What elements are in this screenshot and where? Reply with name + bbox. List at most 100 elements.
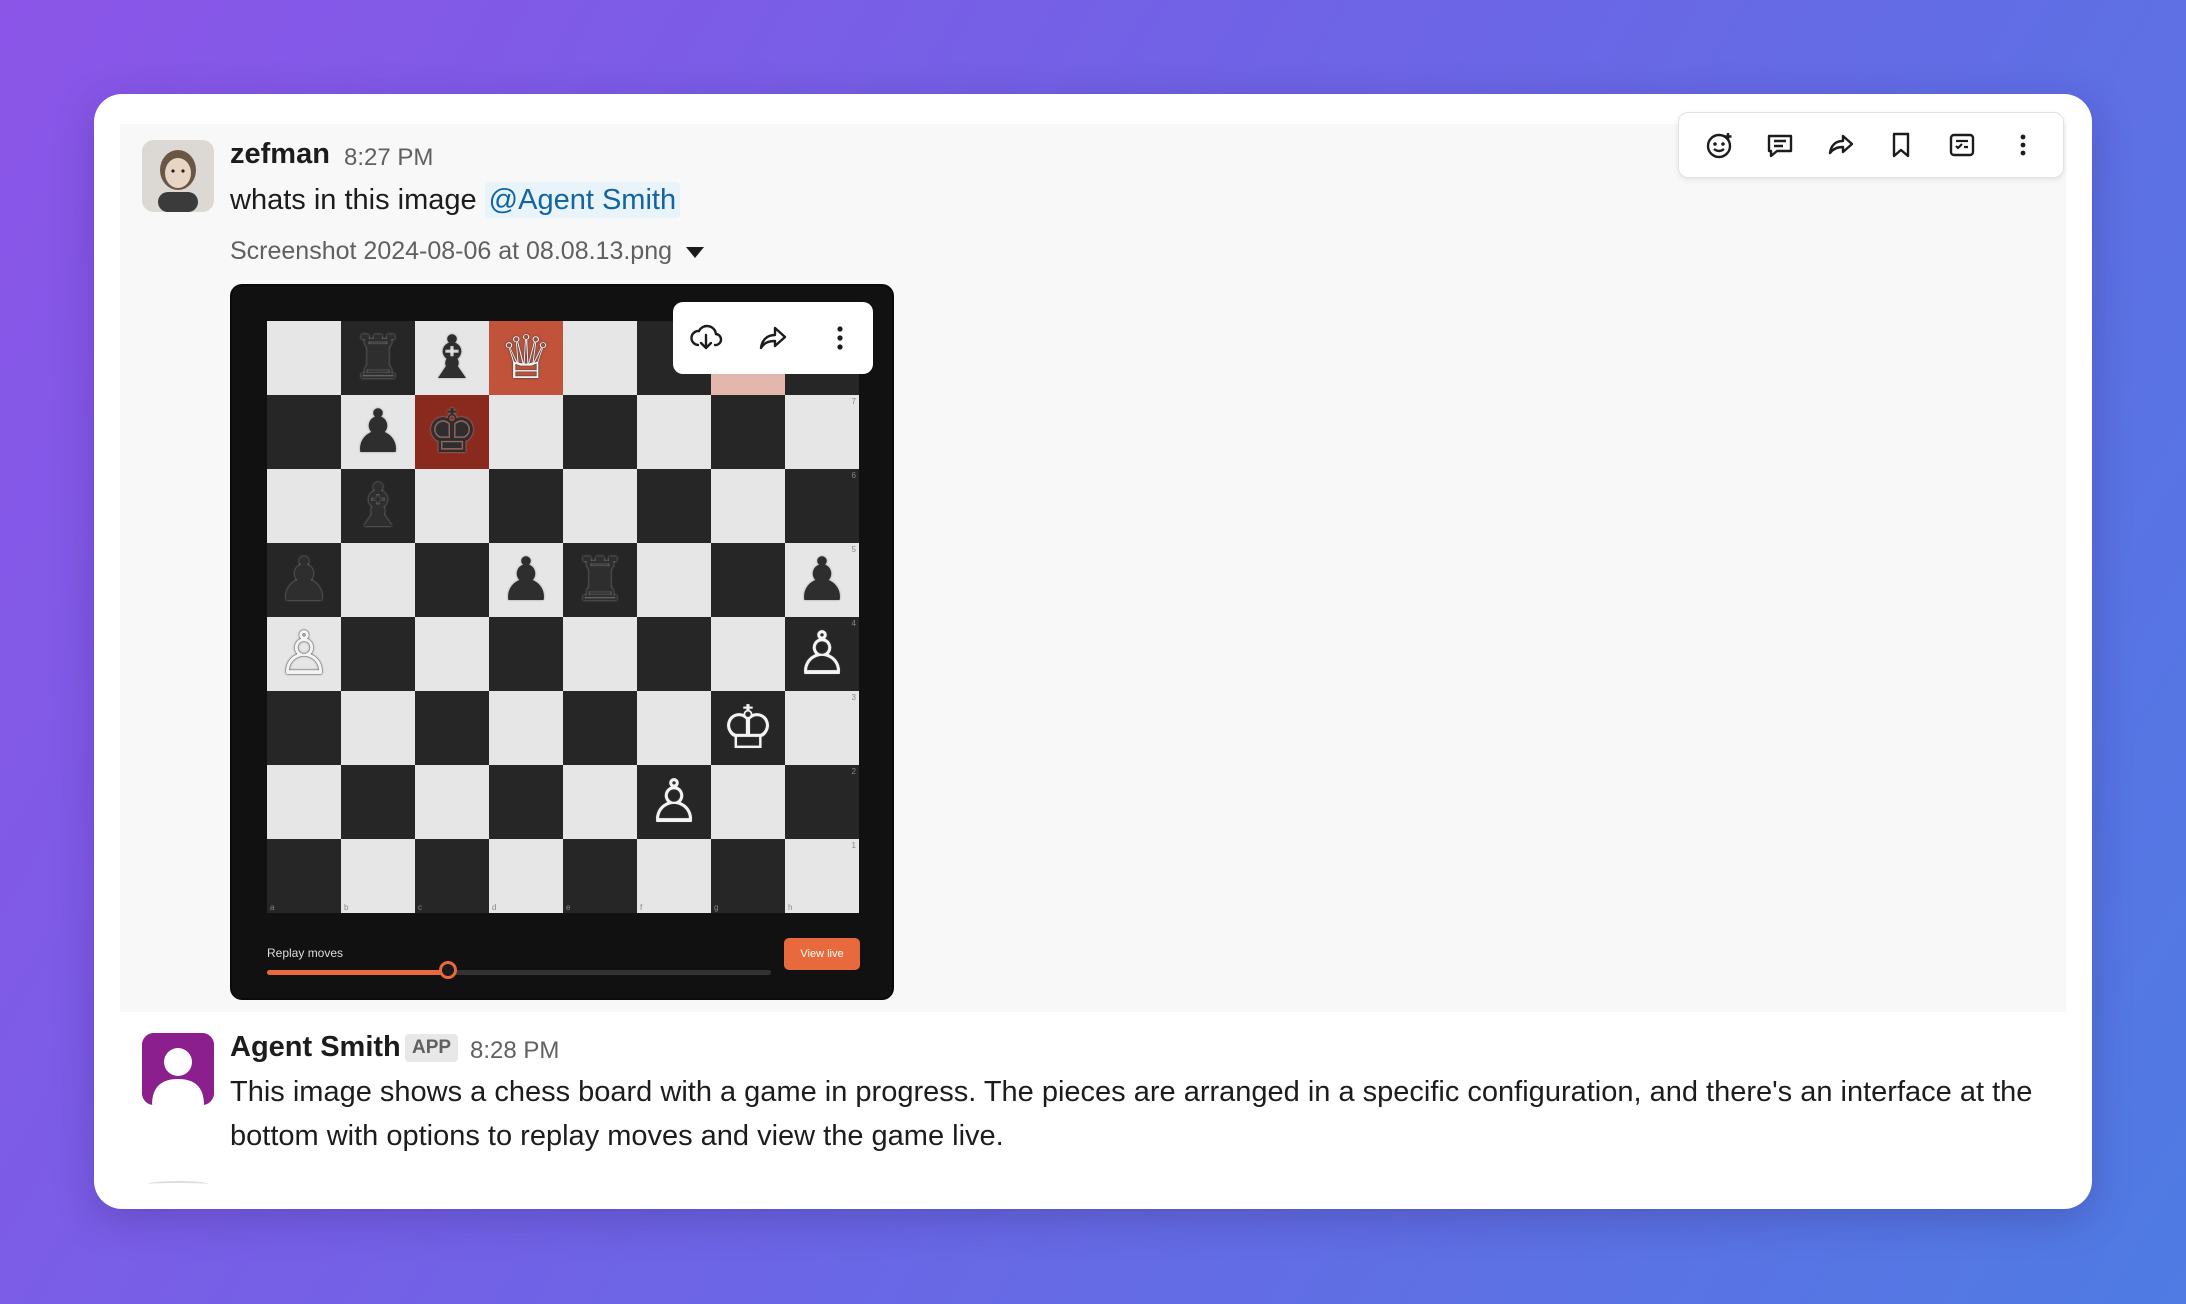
board-square-a8 (267, 321, 341, 395)
more-actions-icon[interactable] (2001, 123, 2045, 167)
board-square-b1: b (341, 839, 415, 913)
rank-label: 1 (851, 841, 856, 850)
board-square-c1: c (415, 839, 489, 913)
board-square-a4: ♙ (267, 617, 341, 691)
mention-agent-smith[interactable]: @Agent Smith (484, 182, 681, 218)
file-label: d (492, 903, 497, 912)
chess-piece: ♜ (573, 545, 627, 615)
board-square-h6: 6 (785, 469, 859, 543)
board-square-g1: g (711, 839, 785, 913)
board-square-d1: d (489, 839, 563, 913)
chess-piece: ♙ (795, 619, 849, 689)
rank-label: 3 (851, 693, 856, 702)
file-label: g (714, 903, 719, 912)
avatar-agent-smith[interactable] (142, 1033, 214, 1105)
board-square-c8: ♝ (415, 321, 489, 395)
board-square-e2 (563, 765, 637, 839)
board-square-g5 (711, 543, 785, 617)
attachment-filename[interactable]: Screenshot 2024-08-06 at 08.08.13.png (230, 237, 705, 266)
replay-moves-label: Replay moves (267, 946, 344, 960)
author-name[interactable]: zefman (230, 138, 330, 171)
board-square-d4 (489, 617, 563, 691)
file-label: e (566, 903, 571, 912)
reply-in-thread-icon[interactable] (1758, 123, 1802, 167)
board-square-b5 (341, 543, 415, 617)
rank-label: 4 (851, 619, 856, 628)
chess-piece: ♚ (425, 397, 479, 467)
message-text: This image shows a chess board with a ga… (230, 1076, 2033, 1152)
board-square-b8: ♜ (341, 321, 415, 395)
add-to-list-icon[interactable] (1940, 123, 1984, 167)
chess-piece: ♝ (351, 471, 405, 541)
board-square-a5: ♟ (267, 543, 341, 617)
view-live-button: View live (784, 938, 860, 970)
board-square-f7 (637, 395, 711, 469)
board-square-e1: e (563, 839, 637, 913)
board-square-e6 (563, 469, 637, 543)
rank-label: 2 (851, 767, 856, 776)
board-square-b7: ♟ (341, 395, 415, 469)
save-bookmark-icon[interactable] (1879, 123, 1923, 167)
add-reaction-icon[interactable] (1697, 123, 1741, 167)
chevron-down-icon[interactable] (686, 246, 705, 258)
board-square-a6 (267, 469, 341, 543)
chess-piece: ♜ (351, 323, 405, 393)
chess-piece: ♙ (647, 767, 701, 837)
author-name[interactable]: Agent Smith (230, 1031, 401, 1064)
slack-message-panel: zefman 8:27 PM whats in this image @Agen… (94, 94, 2092, 1209)
avatar-zefman[interactable] (142, 140, 214, 212)
image-attachment[interactable]: ♜ ♝ ♕ ♟ ♚ 7 ♝ 6 ♟ ♟ ♜ ♟ 5 ♙ ♙ 4 ♔ 3 ♙ 2 a b c d e f g h 1 Replay mov… (230, 284, 894, 1000)
app-badge: APP (405, 1034, 459, 1062)
board-square-d5: ♟ (489, 543, 563, 617)
forward-icon[interactable] (1819, 123, 1863, 167)
chess-piece: ♟ (277, 545, 331, 615)
timestamp[interactable]: 8:27 PM (344, 144, 433, 172)
image-actions-toolbar (673, 302, 873, 374)
board-square-f6 (637, 469, 711, 543)
board-square-e5: ♜ (563, 543, 637, 617)
board-square-f4 (637, 617, 711, 691)
board-square-c5 (415, 543, 489, 617)
board-square-c4 (415, 617, 489, 691)
file-label: f (640, 903, 643, 912)
board-square-f2: ♙ (637, 765, 711, 839)
board-square-c3 (415, 691, 489, 765)
message-text: whats in this image @Agent Smith (230, 178, 681, 222)
share-icon[interactable] (751, 316, 795, 360)
file-label: c (418, 903, 422, 912)
board-square-c6 (415, 469, 489, 543)
file-label: h (788, 903, 793, 912)
download-icon[interactable] (684, 316, 728, 360)
board-square-g4 (711, 617, 785, 691)
board-square-b4 (341, 617, 415, 691)
board-square-h1: h1 (785, 839, 859, 913)
board-square-g2 (711, 765, 785, 839)
next-message-avatar-edge (148, 1181, 208, 1187)
board-square-a2 (267, 765, 341, 839)
chess-piece: ♕ (499, 323, 553, 393)
board-square-c2 (415, 765, 489, 839)
rank-label: 7 (851, 397, 856, 406)
replay-slider (267, 961, 771, 979)
board-square-e4 (563, 617, 637, 691)
board-square-d3 (489, 691, 563, 765)
board-square-g3: ♔ (711, 691, 785, 765)
board-square-f1: f (637, 839, 711, 913)
board-square-b2 (341, 765, 415, 839)
message-actions-toolbar (1678, 112, 2064, 178)
rank-label: 6 (851, 471, 856, 480)
timestamp[interactable]: 8:28 PM (470, 1037, 559, 1065)
chess-piece: ♟ (499, 545, 553, 615)
board-square-c7: ♚ (415, 395, 489, 469)
board-square-e7 (563, 395, 637, 469)
board-square-g7 (711, 395, 785, 469)
board-square-g6 (711, 469, 785, 543)
replay-slider-fill (267, 970, 449, 975)
board-square-f5 (637, 543, 711, 617)
chess-piece: ♙ (277, 619, 331, 689)
board-square-d2 (489, 765, 563, 839)
board-square-b6: ♝ (341, 469, 415, 543)
board-square-h7: 7 (785, 395, 859, 469)
more-icon[interactable] (818, 316, 862, 360)
board-square-a7 (267, 395, 341, 469)
